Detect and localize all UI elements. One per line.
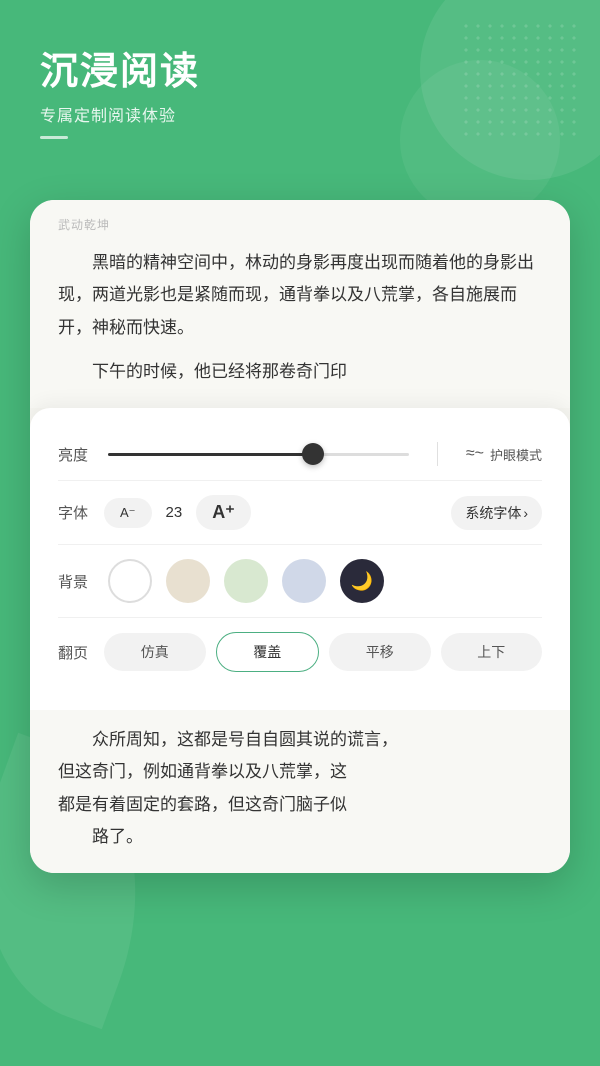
reader-text-top: 黑暗的精神空间中，林动的身影再度出现而随着他的身影出现，两道光影也是紧随而现，通… [58,247,542,388]
eye-icon: ≈~ [466,445,484,463]
bg-option-light-blue[interactable] [282,559,326,603]
pageturn-option-cover[interactable]: 覆盖 [216,632,320,672]
bottom-paragraph-3: 都是有着固定的套路，但这奇门脑子似 [58,789,542,821]
eye-mode-button[interactable]: ≈~ 护眼模式 [466,445,542,464]
bottom-paragraph-1: 众所周知，这都是号自自圆其说的谎言， [58,724,542,756]
pageturn-row: 翻页 仿真 覆盖 平移 上下 [58,618,542,686]
brightness-slider-container[interactable] [108,453,409,456]
header-divider [40,136,68,139]
reader-paragraph-1: 黑暗的精神空间中，林动的身影再度出现而随着他的身影出现，两道光影也是紧随而现，通… [58,247,542,344]
brightness-thumb[interactable] [302,443,324,465]
bg-option-beige[interactable] [166,559,210,603]
reader-area-top: 武动乾坤 黑暗的精神空间中，林动的身影再度出现而随着他的身影出现，两道光影也是紧… [30,200,570,408]
bg-decoration-dots [460,20,580,140]
brightness-label: 亮度 [58,444,94,465]
font-size-value: 23 [166,504,183,521]
font-row: 字体 A⁻ 23 A⁺ 系统字体 › [58,481,542,545]
bg-option-light-green[interactable] [224,559,268,603]
pageturn-option-simulated[interactable]: 仿真 [104,633,206,671]
phone-card: 武动乾坤 黑暗的精神空间中，林动的身影再度出现而随着他的身影出现，两道光影也是紧… [30,200,570,873]
moon-icon: 🌙 [351,571,373,592]
bottom-paragraph-4: 路了。 [58,821,542,853]
pageturn-label: 翻页 [58,642,94,663]
page-subtitle: 专属定制阅读体验 [40,102,200,126]
bg-option-night[interactable]: 🌙 [340,559,384,603]
eye-mode-label: 护眼模式 [490,445,542,464]
brightness-row: 亮度 ≈~ 护眼模式 [58,428,542,481]
font-decrease-button[interactable]: A⁻ [104,498,152,528]
reader-area-bottom: 众所周知，这都是号自自圆其说的谎言， 但这奇门，例如通背拳以及八荒掌，这 都是有… [30,710,570,873]
bottom-reader-text: 众所周知，这都是号自自圆其说的谎言， 但这奇门，例如通背拳以及八荒掌，这 都是有… [58,724,542,853]
pageturn-option-slide[interactable]: 平移 [329,633,431,671]
book-title: 武动乾坤 [58,216,542,233]
settings-panel: 亮度 ≈~ 护眼模式 字体 A⁻ 23 A⁺ 系统字体 [30,408,570,710]
app-container: 沉浸阅读 专属定制阅读体验 武动乾坤 黑暗的精神空间中，林动的身影再度出现而随着… [0,0,600,1066]
bottom-paragraph-2: 但这奇门，例如通背拳以及八荒掌，这 [58,756,542,788]
bg-option-white[interactable] [108,559,152,603]
pageturn-option-scroll[interactable]: 上下 [441,633,543,671]
background-row: 背景 🌙 [58,545,542,618]
font-family-arrow-icon: › [523,505,528,521]
eye-mode-divider [437,442,438,466]
page-title: 沉浸阅读 [40,50,200,96]
reader-paragraph-2: 下午的时候，他已经将那卷奇门印 [58,356,542,388]
header: 沉浸阅读 专属定制阅读体验 [40,50,200,139]
brightness-track [108,453,409,456]
font-label: 字体 [58,502,94,523]
font-family-button[interactable]: 系统字体 › [451,496,542,530]
bg-label: 背景 [58,571,94,592]
font-family-label: 系统字体 [465,503,521,523]
font-increase-button[interactable]: A⁺ [196,495,251,530]
